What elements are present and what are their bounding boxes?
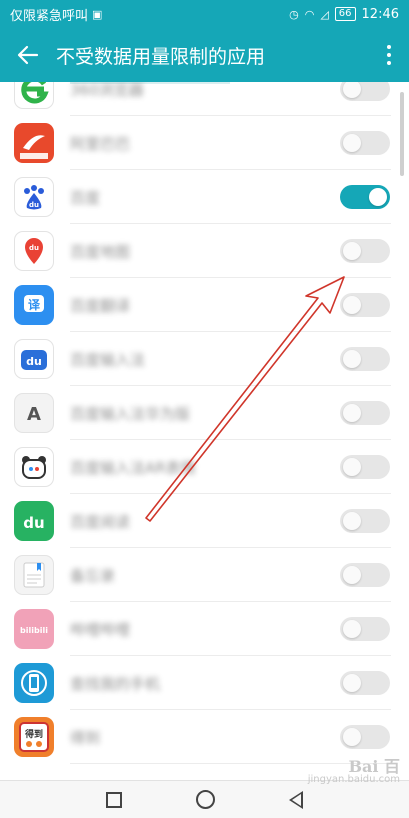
app-label: 百度翻译 (70, 296, 131, 315)
back-arrow-icon (17, 45, 39, 65)
no-signal-icon: ◿ (320, 7, 329, 21)
app-label: 备忘录 (70, 566, 116, 585)
data-unrestricted-toggle[interactable] (340, 131, 390, 155)
app-row[interactable]: 百度输入法AR表情 (0, 440, 409, 494)
more-vert-icon (387, 43, 391, 67)
app-row[interactable]: A 百度输入法华为版 (0, 386, 409, 440)
bear-icon (14, 447, 54, 487)
app-row[interactable]: du 百度阅读 (0, 494, 409, 548)
home-button[interactable] (196, 790, 215, 809)
baidu-translate-icon: 译 (14, 285, 54, 325)
watermark: Bai 百 jingyan.baidu.com (300, 757, 400, 786)
app-row[interactable]: bilibili 哔哩哔哩 (0, 602, 409, 656)
toggle-knob (343, 82, 361, 98)
app-row[interactable]: 360浏览器 (0, 82, 409, 116)
app-row[interactable]: 译 百度翻译 (0, 278, 409, 332)
app-label: 哔哩哔哩 (70, 620, 131, 639)
data-unrestricted-toggle[interactable] (340, 185, 390, 209)
app-label: 百度 (70, 188, 101, 207)
360-browser-icon (14, 82, 54, 109)
toggle-knob (343, 620, 361, 638)
app-label: 百度地图 (70, 242, 131, 261)
app-label: 360浏览器 (70, 82, 144, 99)
status-bar: 仅限紧急呼叫 ▣ ◷ ◠ ◿ 66 12:46 (0, 0, 409, 28)
toggle-knob (343, 350, 361, 368)
battery-icon: 66 (334, 7, 356, 21)
app-row[interactable]: du 百度 (0, 170, 409, 224)
back-button[interactable] (0, 28, 56, 82)
svg-text:du: du (23, 514, 44, 532)
app-label: 得到 (70, 728, 101, 747)
input-a-icon: A (14, 393, 54, 433)
app-label: 查找我的手机 (70, 674, 161, 693)
data-unrestricted-toggle[interactable] (340, 239, 390, 263)
find-phone-icon (14, 663, 54, 703)
data-unrestricted-toggle[interactable] (340, 347, 390, 371)
data-unrestricted-toggle[interactable] (340, 401, 390, 425)
svg-text:A: A (27, 404, 41, 425)
app-bar: 不受数据用量限制的应用 (0, 28, 409, 82)
data-unrestricted-toggle[interactable] (340, 671, 390, 695)
watermark-site: jingyan.baidu.com (307, 774, 400, 785)
app-label: 百度输入法华为版 (70, 404, 191, 423)
memo-icon (14, 555, 54, 595)
baidu-read-icon: du (14, 501, 54, 541)
data-unrestricted-toggle[interactable] (340, 293, 390, 317)
app-row[interactable]: 得到 得到 (0, 710, 409, 764)
data-unrestricted-toggle[interactable] (340, 725, 390, 749)
data-unrestricted-toggle[interactable] (340, 563, 390, 587)
app-row[interactable]: 查找我的手机 (0, 656, 409, 710)
toggle-knob (343, 674, 361, 692)
baidu-map-icon: du (14, 231, 54, 271)
app-label: 百度输入法 (70, 350, 146, 369)
app-list[interactable]: 360浏览器 阿里巴巴 du 百度 du 百度地图译 百度翻译 du 百度输入法 A 百度输入法华为… (0, 82, 409, 780)
scrollbar[interactable] (400, 92, 404, 176)
toggle-knob (343, 512, 361, 530)
more-options-button[interactable] (369, 28, 409, 82)
baidu-icon: du (14, 177, 54, 217)
watermark-logo: Bai 百 (348, 757, 400, 776)
toggle-knob (343, 404, 361, 422)
recent-apps-button[interactable] (106, 791, 122, 808)
dedao-icon: 得到 (14, 717, 54, 757)
toggle-knob (369, 188, 387, 206)
app-row[interactable]: 备忘录 (0, 548, 409, 602)
svg-text:du: du (29, 244, 39, 252)
page-title: 不受数据用量限制的应用 (56, 45, 266, 68)
svg-text:bilibili: bilibili (20, 626, 48, 635)
alarm-icon: ◷ (289, 7, 299, 21)
data-unrestricted-toggle[interactable] (340, 82, 390, 101)
app-label: 阿里巴巴 (70, 134, 131, 153)
data-unrestricted-toggle[interactable] (340, 509, 390, 533)
toggle-knob (343, 566, 361, 584)
bilibili-icon: bilibili (14, 609, 54, 649)
toggle-knob (343, 242, 361, 260)
screenshot-notification-icon: ▣ (92, 7, 103, 21)
toggle-knob (343, 134, 361, 152)
status-time: 12:46 (361, 6, 399, 22)
app-row[interactable]: 阿里巴巴 (0, 116, 409, 170)
app-label: 百度输入法AR表情 (70, 458, 196, 477)
baidu-input-icon: du (14, 339, 54, 379)
app-row[interactable]: du 百度地图 (0, 224, 409, 278)
svg-text:得到: 得到 (24, 728, 43, 740)
app-label: 百度阅读 (70, 512, 131, 531)
toggle-knob (343, 728, 361, 746)
nav-back-button[interactable] (289, 790, 303, 809)
carrier-text: 仅限紧急呼叫 (10, 8, 89, 24)
app-row[interactable]: du 百度输入法 (0, 332, 409, 386)
toggle-knob (343, 458, 361, 476)
wifi-icon: ◠ (304, 7, 315, 21)
svg-text:du: du (26, 355, 42, 368)
data-unrestricted-toggle[interactable] (340, 617, 390, 641)
alibaba-icon (14, 123, 54, 163)
toggle-knob (343, 296, 361, 314)
svg-text:du: du (29, 201, 39, 209)
svg-text:译: 译 (28, 298, 41, 312)
data-unrestricted-toggle[interactable] (340, 455, 390, 479)
